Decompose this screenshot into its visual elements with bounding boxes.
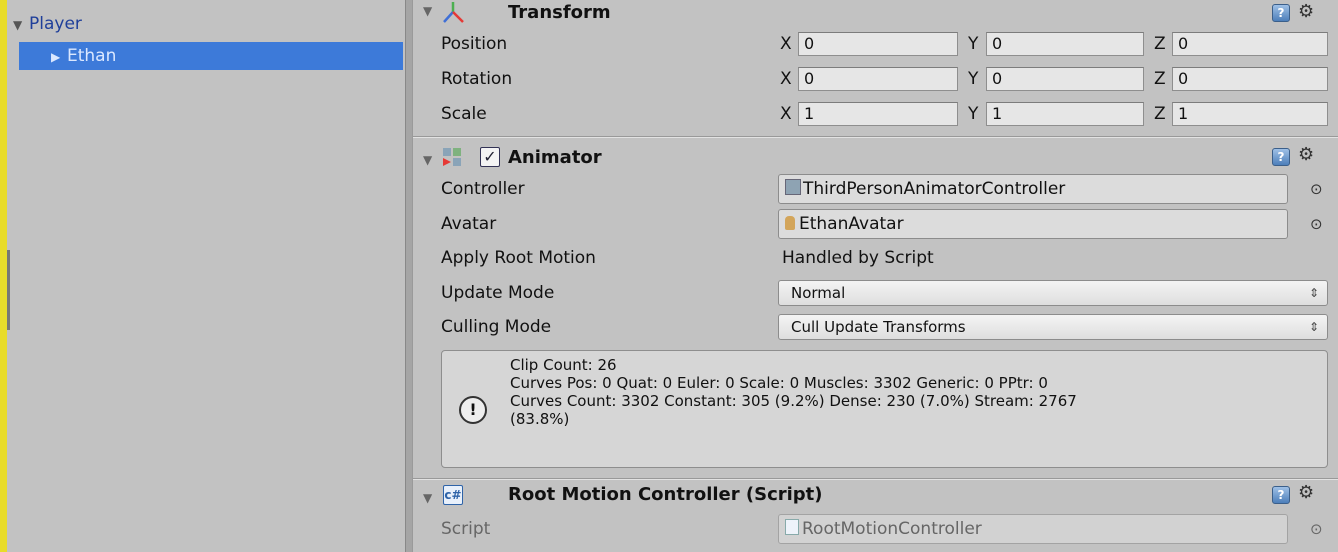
hierarchy-item-ethan[interactable]: ▶ Ethan — [19, 42, 403, 70]
update-mode-value: Normal — [791, 284, 846, 302]
hierarchy-item-player[interactable]: ▼ Player — [13, 12, 403, 36]
gear-icon[interactable]: ⚙ — [1298, 144, 1314, 165]
avatar-label: Avatar — [441, 214, 497, 234]
controller-value: ThirdPersonAnimatorController — [803, 179, 1066, 199]
window-edge — [0, 0, 7, 552]
script-field[interactable]: RootMotionController — [778, 514, 1288, 544]
axis-y-label[interactable]: Y — [968, 67, 978, 91]
component-title-script: Root Motion Controller (Script) — [508, 484, 823, 505]
help-icon[interactable]: ? — [1272, 486, 1290, 504]
axis-z-label[interactable]: Z — [1154, 32, 1166, 56]
culling-mode-label: Culling Mode — [441, 317, 552, 337]
scale-x-field[interactable]: 1 — [798, 102, 958, 126]
axis-x-label[interactable]: X — [780, 102, 792, 126]
avatar-value: EthanAvatar — [799, 214, 904, 234]
rotation-y-field[interactable]: 0 — [986, 67, 1144, 91]
axis-x-label[interactable]: X — [780, 67, 792, 91]
object-picker-icon[interactable]: ⊙ — [1310, 520, 1323, 538]
animator-icon — [443, 148, 461, 166]
rotation-label: Rotation — [441, 69, 513, 89]
axis-x-label[interactable]: X — [780, 32, 792, 56]
axis-y-label[interactable]: Y — [968, 32, 978, 56]
animator-controller-icon — [785, 179, 801, 195]
axis-z-label[interactable]: Z — [1154, 67, 1166, 91]
rotation-z-field[interactable]: 0 — [1172, 67, 1328, 91]
gear-icon[interactable]: ⚙ — [1298, 1, 1314, 22]
object-picker-icon[interactable]: ⊙ — [1310, 180, 1323, 198]
position-y-field[interactable]: 0 — [986, 32, 1144, 56]
scale-label: Scale — [441, 104, 487, 124]
axis-y-label[interactable]: Y — [968, 102, 978, 126]
controller-label: Controller — [441, 179, 525, 199]
fold-closed-icon[interactable]: ▶ — [51, 43, 67, 71]
info-clip-count: Clip Count: 26 — [510, 356, 617, 374]
culling-mode-value: Cull Update Transforms — [791, 318, 966, 336]
apply-root-motion-value: Handled by Script — [782, 248, 934, 268]
component-title-animator: Animator — [508, 147, 602, 168]
scale-z-field[interactable]: 1 — [1172, 102, 1328, 126]
axis-z-label[interactable]: Z — [1154, 102, 1166, 126]
hierarchy-panel — [7, 0, 405, 552]
hierarchy-item-label: Player — [29, 14, 82, 34]
info-curves-count: Curves Count: 3302 Constant: 305 (9.2%) … — [510, 392, 1077, 410]
fold-open-icon[interactable]: ▼ — [423, 4, 432, 18]
transform-icon — [443, 2, 464, 23]
fold-open-icon[interactable]: ▼ — [423, 153, 432, 167]
scale-y-field[interactable]: 1 — [986, 102, 1144, 126]
script-value: RootMotionController — [802, 519, 982, 539]
rotation-x-field[interactable]: 0 — [798, 67, 958, 91]
avatar-field[interactable]: EthanAvatar — [778, 209, 1288, 239]
culling-mode-dropdown[interactable]: Cull Update Transforms ⇕ — [778, 314, 1328, 340]
fold-open-icon[interactable]: ▼ — [423, 491, 432, 505]
update-mode-dropdown[interactable]: Normal ⇕ — [778, 280, 1328, 306]
component-divider-highlight — [413, 479, 1338, 480]
script-label: Script — [441, 519, 491, 539]
help-icon[interactable]: ? — [1272, 148, 1290, 166]
gear-icon[interactable]: ⚙ — [1298, 482, 1314, 503]
help-icon[interactable]: ? — [1272, 4, 1290, 22]
controller-field[interactable]: ThirdPersonAnimatorController — [778, 174, 1288, 204]
update-mode-label: Update Mode — [441, 283, 555, 303]
position-z-field[interactable]: 0 — [1172, 32, 1328, 56]
info-icon: ! — [459, 396, 487, 424]
fold-open-icon[interactable]: ▼ — [13, 13, 29, 37]
position-x-field[interactable]: 0 — [798, 32, 958, 56]
info-curves-pos: Curves Pos: 0 Quat: 0 Euler: 0 Scale: 0 … — [510, 374, 1048, 392]
info-curves-count-cont: (83.8%) — [510, 410, 570, 428]
panel-edge-mark — [7, 250, 10, 330]
component-enabled-checkbox[interactable]: ✓ — [480, 147, 500, 167]
dropdown-arrows-icon: ⇕ — [1308, 320, 1319, 334]
apply-root-motion-label: Apply Root Motion — [441, 248, 596, 268]
position-label: Position — [441, 34, 508, 54]
component-divider-highlight — [413, 137, 1338, 138]
hierarchy-item-label: Ethan — [67, 46, 117, 66]
script-file-icon — [785, 519, 799, 535]
animator-info-box: ! Clip Count: 26 Curves Pos: 0 Quat: 0 E… — [441, 350, 1328, 468]
avatar-icon — [785, 216, 795, 230]
csharp-script-icon: c# — [443, 485, 463, 505]
dropdown-arrows-icon: ⇕ — [1308, 286, 1319, 300]
panel-splitter[interactable] — [405, 0, 413, 552]
component-title-transform: Transform — [508, 2, 611, 23]
object-picker-icon[interactable]: ⊙ — [1310, 215, 1323, 233]
